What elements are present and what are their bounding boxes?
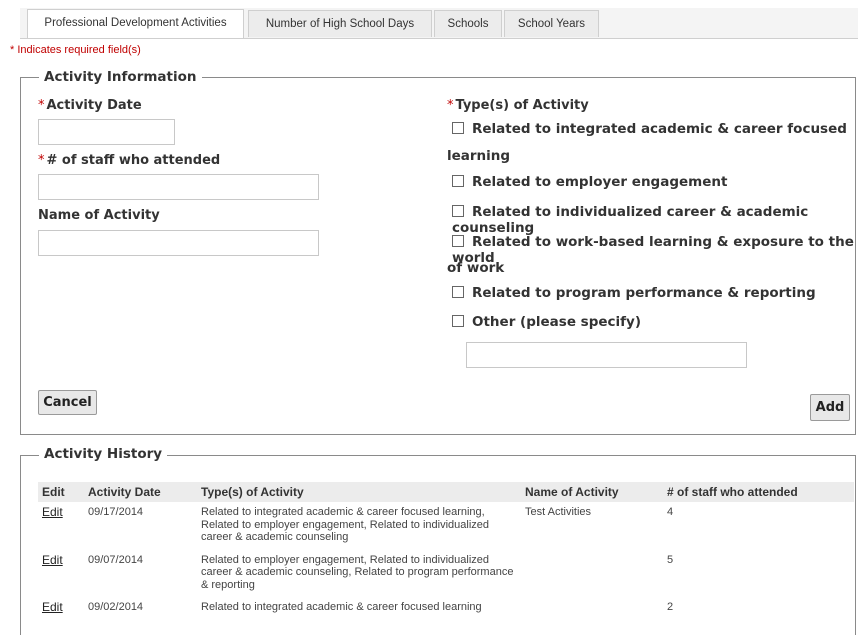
cell-types: Related to employer engagement, Related … [201, 553, 514, 591]
type-option-other-label: Other (please specify) [472, 314, 642, 330]
checkbox-employer-engagement[interactable] [452, 174, 464, 187]
activity-name-input[interactable] [38, 230, 319, 256]
type-option-individualized-counseling[interactable]: Related to individualized career & acade… [452, 204, 858, 236]
type-option-individualized-counseling-label: Related to individualized career & acade… [452, 204, 809, 236]
type-option-work-based-learning-label: Related to work-based learning & exposur… [452, 234, 854, 266]
type-option-program-performance-label: Related to program performance & reporti… [472, 285, 816, 301]
tab-number-of-high-school-days[interactable]: Number of High School Days [248, 10, 432, 37]
staff-attended-label-text: # of staff who attended [46, 153, 221, 168]
column-header-activity-date: Activity Date [84, 482, 197, 502]
cell-types: Related to integrated academic & career … [201, 601, 482, 613]
table-row: Edit 09/07/2014 Related to employer enga… [38, 550, 854, 598]
activity-history-legend: Activity History [39, 446, 168, 462]
checkbox-integrated-academic[interactable] [452, 121, 464, 134]
type-option-integrated-academic-label: Related to integrated academic & career … [472, 121, 847, 137]
checkbox-individualized-counseling[interactable] [452, 204, 464, 217]
tab-bar: Professional Development Activities Numb… [0, 0, 858, 39]
table-row: Edit 09/17/2014 Related to integrated ac… [38, 502, 854, 550]
cell-staff-attended: 2 [667, 601, 674, 613]
tab-school-years[interactable]: School Years [504, 10, 599, 37]
cell-staff-attended: 4 [667, 506, 674, 518]
table-header-row: Edit Activity Date Type(s) of Activity N… [38, 482, 854, 502]
type-option-work-based-learning-wrap: of work [447, 260, 505, 276]
activity-history-table: Edit Activity Date Type(s) of Activity N… [38, 482, 854, 621]
tab-professional-development-activities[interactable]: Professional Development Activities [27, 9, 244, 38]
cell-activity-name [521, 550, 663, 598]
type-option-employer-engagement-label: Related to employer engagement [472, 174, 728, 190]
tab-schools[interactable]: Schools [434, 10, 502, 37]
cell-types: Related to integrated academic & career … [201, 506, 490, 543]
type-option-integrated-academic[interactable]: Related to integrated academic & career … [452, 121, 847, 137]
add-button[interactable]: Add [810, 394, 850, 421]
activity-date-label: * Activity Date [38, 98, 142, 113]
other-specify-input[interactable] [466, 342, 747, 368]
type-option-employer-engagement[interactable]: Related to employer engagement [452, 174, 727, 190]
cell-activity-date: 09/07/2014 [88, 553, 144, 566]
cell-activity-date: 09/02/2014 [88, 601, 144, 613]
cell-activity-name [521, 597, 663, 621]
cell-activity-name: Test Activities [525, 506, 592, 518]
activity-information-legend: Activity Information [39, 69, 202, 85]
cancel-button[interactable]: Cancel [38, 390, 97, 415]
checkbox-program-performance[interactable] [452, 285, 464, 298]
activity-types-label: * Type(s) of Activity [447, 98, 589, 113]
staff-attended-label: * # of staff who attended [38, 153, 221, 168]
required-fields-note: * Indicates required field(s) [10, 44, 141, 56]
activity-types-label-text: Type(s) of Activity [455, 98, 589, 113]
type-option-program-performance[interactable]: Related to program performance & reporti… [452, 285, 816, 301]
column-header-activity-name: Name of Activity [521, 482, 663, 502]
cell-activity-date: 09/17/2014 [88, 506, 144, 518]
column-header-staff-attended: # of staff who attended [663, 482, 854, 502]
column-header-types: Type(s) of Activity [197, 482, 521, 502]
checkbox-other[interactable] [452, 314, 464, 327]
activity-date-input[interactable] [38, 119, 175, 145]
staff-attended-input[interactable] [38, 174, 319, 200]
activity-date-label-text: Activity Date [46, 98, 142, 113]
type-option-integrated-academic-wrap: learning [447, 148, 511, 164]
checkbox-work-based-learning[interactable] [452, 234, 464, 247]
table-row: Edit 09/02/2014 Related to integrated ac… [38, 597, 854, 621]
type-option-other[interactable]: Other (please specify) [452, 314, 641, 330]
edit-link[interactable]: Edit [42, 600, 63, 614]
activity-name-label: Name of Activity [38, 208, 160, 223]
edit-link[interactable]: Edit [42, 553, 63, 567]
column-header-edit: Edit [38, 482, 84, 502]
type-option-work-based-learning[interactable]: Related to work-based learning & exposur… [452, 234, 858, 266]
cell-staff-attended: 5 [667, 553, 674, 566]
edit-link[interactable]: Edit [42, 505, 63, 519]
